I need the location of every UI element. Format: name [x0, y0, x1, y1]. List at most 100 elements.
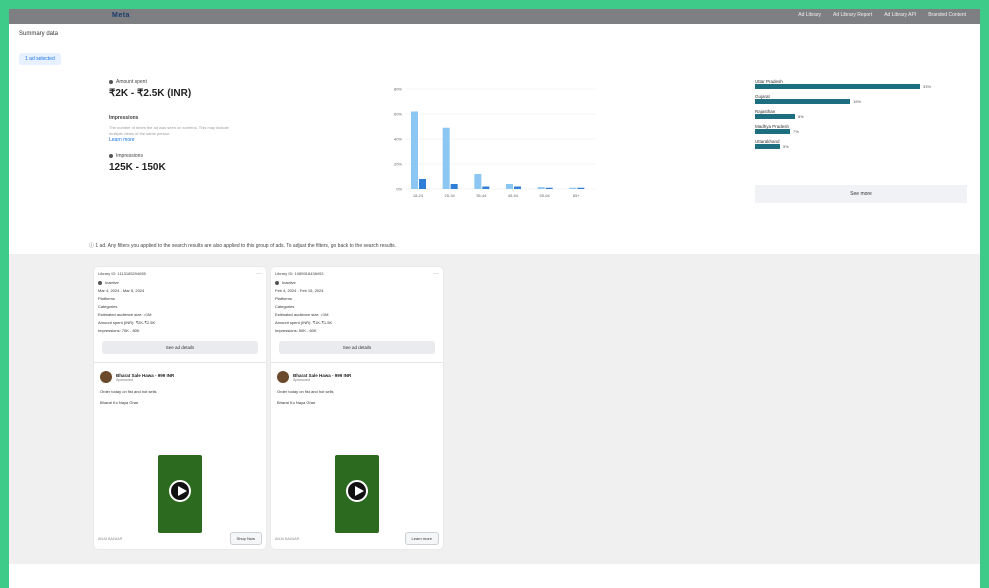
region-bar-line: 7% [755, 129, 967, 134]
see-ad-details-button[interactable]: See ad details [279, 341, 435, 354]
categories: Categories [275, 304, 295, 309]
nav-ad-library-api[interactable]: Ad Library API [884, 12, 916, 18]
region-percent: 8% [798, 114, 804, 119]
region-row: Madhya Pradesh 7% [755, 124, 967, 134]
region-percent: 5% [783, 144, 789, 149]
advertiser-avatar[interactable] [277, 371, 289, 383]
region-bar [755, 144, 780, 149]
ad-video-creative[interactable] [335, 455, 379, 533]
nav-branded-content[interactable]: Branded Content [928, 12, 966, 18]
ad-footer: ANJU BAZAAR Shop Now [98, 532, 262, 545]
bar [545, 187, 553, 189]
page-title: Summary data [19, 31, 59, 37]
ad-card-1: Library ID: 1113185294655 ··· Inactive Ma… [94, 267, 266, 549]
impressions: Impressions: 70K - 80K [98, 328, 140, 333]
audience-size: Estimated audience size: >1M [275, 312, 329, 317]
bar [450, 184, 458, 189]
x-tick-label: 35-44 [476, 193, 487, 198]
impressions-description: The number of times the ad was seen on s… [109, 125, 229, 136]
impressions-heading: Impressions [109, 115, 139, 121]
impressions-label: Impressions [109, 153, 239, 159]
advertiser: Bharat Sale Hawa - 999 INR Sponsored [100, 371, 266, 383]
cta-button[interactable]: Shop Now [229, 532, 262, 545]
more-options-icon[interactable]: ··· [256, 271, 262, 277]
x-tick-label: 65+ [573, 193, 580, 198]
region-breakdown: Uttar Pradesh 33% Gujarat 19% Rajasthan 8% Mad… [755, 79, 967, 154]
ad-body-line-2: Bharat Ko Naya Ghar [100, 400, 139, 405]
y-tick-label: 20% [394, 162, 402, 167]
impressions-label-text: Impressions [116, 153, 143, 159]
bar [506, 184, 513, 189]
status-dot-icon [98, 280, 102, 285]
x-tick-label: 45-54 [508, 193, 519, 198]
advertiser-avatar[interactable] [100, 371, 112, 383]
advertiser-name[interactable]: Bharat Sale Hawa - 999 INR [293, 373, 351, 378]
advertiser: Bharat Sale Hawa - 999 INR Sponsored [277, 371, 443, 383]
amount-spent-label-text: Amount spent [116, 79, 147, 85]
region-bar-line: 19% [755, 99, 967, 104]
y-tick-label: 40% [394, 137, 402, 142]
top-bar: Meta Ad Library Ad Library Report Ad Lib… [9, 9, 980, 24]
status-text: Inactive [282, 280, 296, 285]
audience-size: Estimated audience size: >1M [98, 312, 152, 317]
cta-button[interactable]: Learn more [404, 532, 439, 545]
bar [514, 186, 521, 189]
meta-logo[interactable]: Meta [112, 12, 130, 19]
sponsored-label: Sponsored [293, 377, 310, 382]
more-options-icon[interactable]: ··· [433, 271, 439, 277]
run-dates: Mar 4, 2024 - Mar 5, 2024 [98, 288, 145, 293]
region-bar [755, 114, 795, 119]
ad-card-2: Library ID: 1085918438493 ··· Inactive Fe… [271, 267, 443, 549]
region-row: Uttarakhand 5% [755, 139, 967, 149]
region-bar [755, 99, 850, 104]
bar [411, 111, 418, 189]
ad-footer: ANJU BAZAAR Learn more [275, 532, 439, 545]
region-row: Rajasthan 8% [755, 109, 967, 119]
impressions: Impressions: 50K - 60K [275, 328, 317, 333]
bar [569, 187, 577, 189]
top-nav: Ad Library Ad Library Report Ad Library … [798, 12, 966, 18]
library-id: Library ID: 1113185294655 [98, 271, 146, 276]
region-percent: 19% [853, 99, 862, 104]
region-bar-line: 8% [755, 114, 967, 119]
age-gender-chart: 0% 20% 40% 60% 80% 18-24 25-34 35-44 45-54 55-64 6… [394, 87, 596, 198]
y-tick-label: 80% [394, 87, 402, 92]
divider [271, 362, 443, 363]
library-id: Library ID: 1085918438493 [275, 271, 324, 276]
bar [482, 186, 490, 189]
amount-spent: Amount spent (INR): ₹2K-₹2.5K [98, 320, 156, 325]
summary-card: Amount spent ₹2K - ₹2.5K (INR) Impressio… [109, 79, 239, 224]
ad-body-line-2: Bharat Ko Naya Ghar [277, 400, 316, 405]
bar [419, 179, 426, 189]
status: Inactive [275, 280, 443, 285]
ad-video-creative[interactable] [158, 455, 202, 533]
impressions-value: 125K - 150K [109, 162, 166, 173]
amount-spent-value: ₹2K - ₹2.5K (INR) [109, 88, 192, 99]
region-percent: 7% [793, 129, 799, 134]
see-ad-details-button[interactable]: See ad details [102, 341, 258, 354]
nav-ad-library-report[interactable]: Ad Library Report [833, 12, 872, 18]
app-window: Meta Ad Library Ad Library Report Ad Lib… [9, 9, 980, 588]
learn-more-link[interactable]: Learn more [109, 137, 239, 143]
play-icon[interactable] [346, 480, 368, 502]
region-bar-line: 5% [755, 144, 967, 149]
ad-selection-button[interactable]: 1 ad selected [19, 53, 61, 65]
y-tick-label: 60% [394, 112, 402, 117]
money-icon [109, 80, 113, 84]
platforms: Platforms [275, 296, 292, 301]
x-tick-label: 25-34 [445, 193, 456, 198]
x-tick-label: 55-64 [540, 193, 551, 198]
play-icon[interactable] [169, 480, 191, 502]
x-tick-label: 18-24 [413, 193, 424, 198]
status: Inactive [98, 280, 266, 285]
see-more-button[interactable]: See more [755, 185, 967, 203]
advertiser-name[interactable]: Bharat Sale Hawa - 999 INR [116, 373, 174, 378]
region-bar-line: 33% [755, 84, 967, 89]
region-row: Uttar Pradesh 33% [755, 79, 967, 89]
divider [94, 362, 266, 363]
y-tick-label: 0% [396, 187, 402, 192]
amount-spent-label: Amount spent [109, 79, 239, 85]
nav-ad-library[interactable]: Ad Library [798, 12, 821, 18]
amount-spent: Amount spent (INR): ₹1K-₹1.5K [275, 320, 333, 325]
footer-domain: ANJU BAZAAR [98, 536, 123, 541]
